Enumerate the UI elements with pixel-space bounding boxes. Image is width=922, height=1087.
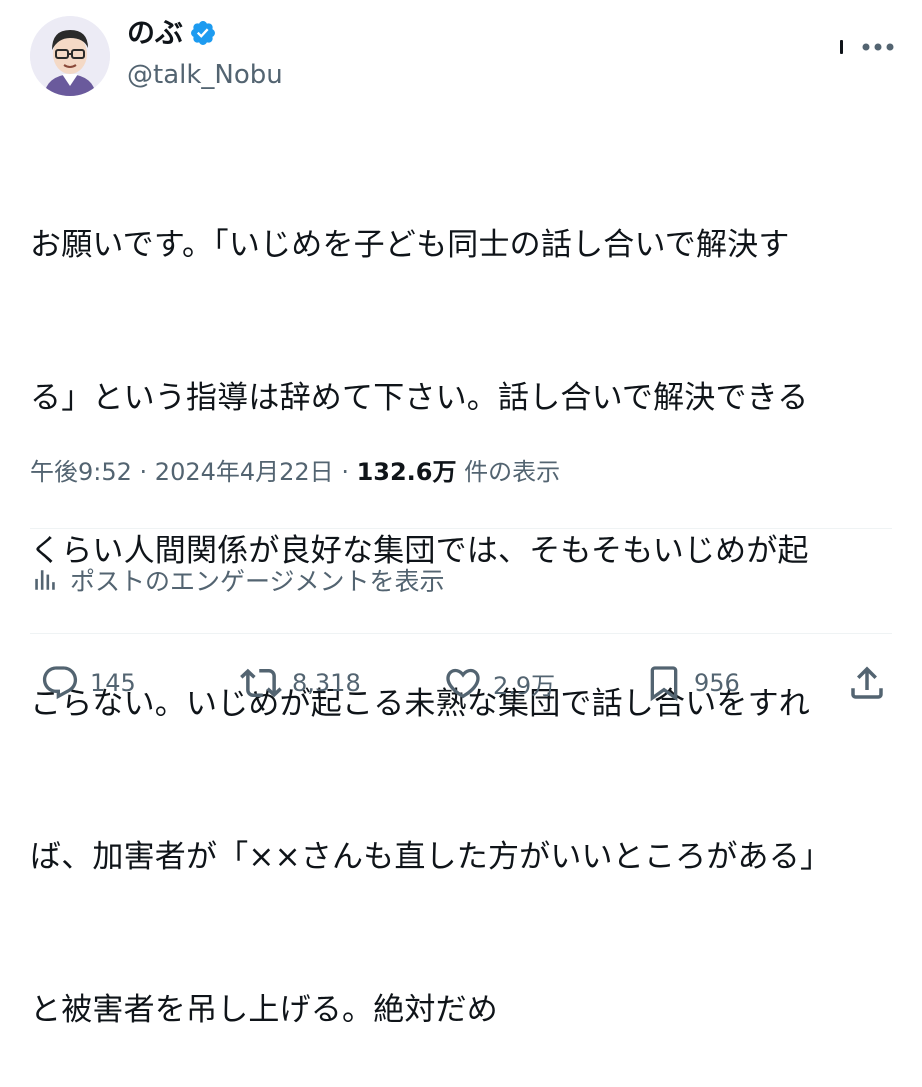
tweet-line: ば、加害者が「××さんも直した方がいいところがある」 bbox=[30, 839, 832, 875]
tweet-date[interactable]: 2024年4月22日 bbox=[155, 458, 334, 486]
repost-button[interactable]: 8,318 bbox=[240, 660, 361, 706]
like-icon bbox=[446, 668, 480, 699]
view-engagements-label: ポストのエンゲージメントを表示 bbox=[70, 567, 445, 596]
repost-icon bbox=[240, 668, 282, 698]
verified-badge-icon bbox=[189, 19, 217, 47]
reply-count: 145 bbox=[90, 669, 136, 697]
tweet-line: と被害者を吊し上げる。絶対だめ bbox=[30, 992, 498, 1028]
like-button[interactable]: 2.9万 bbox=[443, 660, 555, 706]
divider bbox=[30, 633, 892, 634]
divider bbox=[30, 528, 892, 529]
tweet-meta: 午後9:52 · 2024年4月22日 · 132.6万 件の表示 bbox=[30, 452, 560, 492]
views-label: 件の表示 bbox=[456, 458, 561, 486]
views-count: 132.6万 bbox=[356, 458, 457, 486]
like-count: 2.9万 bbox=[493, 671, 556, 700]
more-icon bbox=[862, 43, 894, 51]
avatar-illustration bbox=[30, 16, 110, 96]
reply-icon bbox=[42, 666, 78, 700]
grok-icon[interactable] bbox=[840, 40, 843, 54]
bookmark-icon bbox=[650, 666, 678, 702]
avatar[interactable] bbox=[30, 16, 110, 96]
share-icon bbox=[851, 666, 883, 699]
view-engagements-link[interactable]: ポストのエンゲージメントを表示 bbox=[32, 560, 445, 600]
user-handle[interactable]: @talk_Nobu bbox=[127, 58, 283, 92]
bookmark-count: 956 bbox=[694, 669, 740, 697]
bookmark-button[interactable]: 956 bbox=[644, 660, 740, 706]
user-display-name-row[interactable]: のぶ bbox=[127, 15, 217, 51]
reply-button[interactable]: 145 bbox=[40, 660, 136, 706]
meta-separator: · bbox=[333, 458, 357, 486]
meta-separator: · bbox=[131, 458, 155, 486]
tweet-text: お願いです。「いじめを子ども同士の話し合いで解決す る」という指導は辞めて下さい… bbox=[30, 118, 892, 1087]
more-button[interactable] bbox=[858, 32, 898, 62]
tweet-time[interactable]: 午後9:52 bbox=[30, 458, 132, 486]
share-button[interactable] bbox=[846, 660, 888, 706]
repost-count: 8,318 bbox=[292, 669, 361, 697]
display-name[interactable]: のぶ bbox=[127, 15, 183, 51]
analytics-icon bbox=[35, 570, 55, 590]
tweet-line: る」という指導は辞めて下さい。話し合いで解決できる bbox=[30, 380, 809, 416]
tweet-line: お願いです。「いじめを子ども同士の話し合いで解決す bbox=[30, 227, 790, 263]
